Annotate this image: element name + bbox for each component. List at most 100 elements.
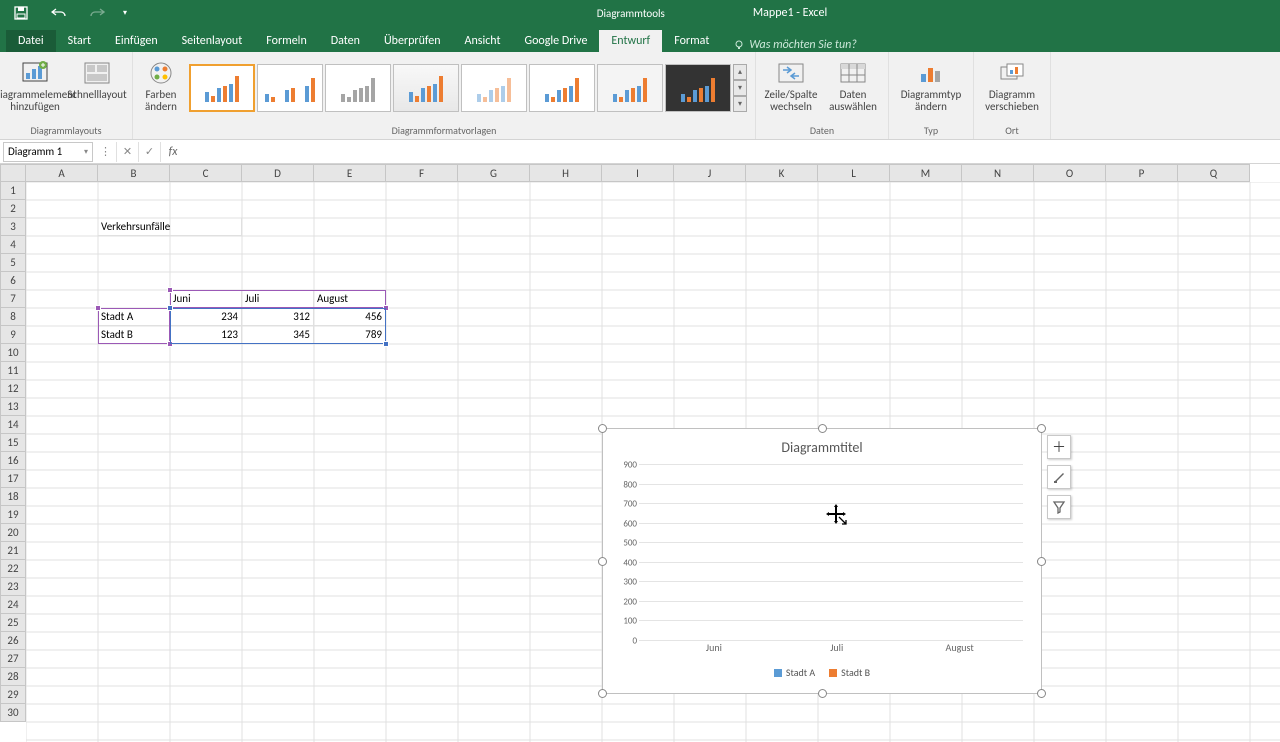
save-button[interactable] xyxy=(6,2,36,24)
row-header-2[interactable]: 2 xyxy=(0,200,26,218)
col-header-P[interactable]: P xyxy=(1106,164,1178,182)
row-header-29[interactable]: 29 xyxy=(0,686,26,704)
chart-style-4[interactable] xyxy=(393,64,459,112)
col-header-H[interactable]: H xyxy=(530,164,602,182)
tab-start[interactable]: Start xyxy=(56,30,103,52)
row-header-5[interactable]: 5 xyxy=(0,254,26,272)
row-header-20[interactable]: 20 xyxy=(0,524,26,542)
chart-handle-s[interactable] xyxy=(818,689,827,698)
chart-style-8[interactable] xyxy=(665,64,731,112)
tab-daten[interactable]: Daten xyxy=(319,30,372,52)
chart-legend[interactable]: Stadt A Stadt B xyxy=(609,666,1035,679)
col-header-D[interactable]: D xyxy=(242,164,314,182)
quick-layout-button[interactable]: Schnelllayout xyxy=(68,55,126,121)
col-header-N[interactable]: N xyxy=(962,164,1034,182)
col-header-A[interactable]: A xyxy=(26,164,98,182)
tab-einfuegen[interactable]: Einfügen xyxy=(103,30,170,52)
row-header-12[interactable]: 12 xyxy=(0,380,26,398)
chart-style-1[interactable] xyxy=(189,64,255,112)
cell-C9[interactable]: 123 xyxy=(170,326,242,344)
gallery-scroll[interactable]: ▴ ▾ ▾ xyxy=(733,64,747,112)
row-header-10[interactable]: 10 xyxy=(0,344,26,362)
embedded-chart[interactable]: ＋ Diagrammtitel 010020030040050060070080… xyxy=(602,428,1042,694)
cell-E8[interactable]: 456 xyxy=(314,308,386,326)
row-header-14[interactable]: 14 xyxy=(0,416,26,434)
row-header-22[interactable]: 22 xyxy=(0,560,26,578)
chart-handle-ne[interactable] xyxy=(1037,424,1046,433)
row-header-23[interactable]: 23 xyxy=(0,578,26,596)
row-header-6[interactable]: 6 xyxy=(0,272,26,290)
change-colors-button[interactable]: Farben ändern xyxy=(139,55,183,121)
row-header-16[interactable]: 16 xyxy=(0,452,26,470)
cancel-formula-button[interactable]: ✕ xyxy=(117,142,139,162)
chart-handle-sw[interactable] xyxy=(598,689,607,698)
gallery-more-icon[interactable]: ▾ xyxy=(733,96,747,112)
row-header-17[interactable]: 17 xyxy=(0,470,26,488)
legend-item-b[interactable]: Stadt B xyxy=(829,666,870,679)
cell-D8[interactable]: 312 xyxy=(242,308,314,326)
tell-me-search[interactable]: Was möchten Sie tun? xyxy=(721,38,869,52)
chart-style-5[interactable] xyxy=(461,64,527,112)
chart-handle-se[interactable] xyxy=(1037,689,1046,698)
row-header-4[interactable]: 4 xyxy=(0,236,26,254)
row-header-30[interactable]: 30 xyxy=(0,704,26,722)
chart-style-7[interactable] xyxy=(597,64,663,112)
row-header-25[interactable]: 25 xyxy=(0,614,26,632)
enter-formula-button[interactable]: ✓ xyxy=(139,142,161,162)
tab-formeln[interactable]: Formeln xyxy=(254,30,318,52)
fx-icon[interactable]: fx xyxy=(161,145,185,159)
cell-B3[interactable]: Verkehrsunfälle xyxy=(98,218,242,236)
col-header-L[interactable]: L xyxy=(818,164,890,182)
redo-button[interactable] xyxy=(82,2,112,24)
plot-area[interactable] xyxy=(639,465,1023,641)
legend-item-a[interactable]: Stadt A xyxy=(774,666,815,679)
chart-style-2[interactable] xyxy=(257,64,323,112)
row-header-9[interactable]: 9 xyxy=(0,326,26,344)
row-header-3[interactable]: 3 xyxy=(0,218,26,236)
formula-expand-icon[interactable]: ⋮ xyxy=(95,142,117,162)
cell-E9[interactable]: 789 xyxy=(314,326,386,344)
col-header-M[interactable]: M xyxy=(890,164,962,182)
col-header-G[interactable]: G xyxy=(458,164,530,182)
col-header-E[interactable]: E xyxy=(314,164,386,182)
row-header-7[interactable]: 7 xyxy=(0,290,26,308)
row-header-21[interactable]: 21 xyxy=(0,542,26,560)
col-header-F[interactable]: F xyxy=(386,164,458,182)
chart-elements-button[interactable]: ＋ xyxy=(1047,435,1071,459)
cell-D7[interactable]: Juli xyxy=(242,290,314,308)
col-header-B[interactable]: B xyxy=(98,164,170,182)
col-header-O[interactable]: O xyxy=(1034,164,1106,182)
tab-seitenlayout[interactable]: Seitenlayout xyxy=(170,30,255,52)
cell-B9[interactable]: Stadt B xyxy=(98,326,170,344)
gallery-down-icon[interactable]: ▾ xyxy=(733,80,747,96)
row-header-1[interactable]: 1 xyxy=(0,182,26,200)
row-header-24[interactable]: 24 xyxy=(0,596,26,614)
name-box[interactable]: Diagramm 1 xyxy=(3,142,93,162)
qat-customize[interactable]: ▾ xyxy=(120,2,130,24)
chart-area[interactable]: Diagrammtitel 01002003004005006007008009… xyxy=(609,435,1035,687)
chart-styles-button[interactable] xyxy=(1047,465,1071,489)
tab-googledrive[interactable]: Google Drive xyxy=(513,30,600,52)
change-chart-type-button[interactable]: Diagrammtyp ändern xyxy=(895,55,967,121)
chart-style-3[interactable] xyxy=(325,64,391,112)
col-header-K[interactable]: K xyxy=(746,164,818,182)
row-header-15[interactable]: 15 xyxy=(0,434,26,452)
cell-C7[interactable]: Juni xyxy=(170,290,242,308)
chart-handle-nw[interactable] xyxy=(598,424,607,433)
add-chart-element-button[interactable]: Diagrammelement hinzufügen xyxy=(6,55,64,121)
tab-ueberpruefen[interactable]: Überprüfen xyxy=(372,30,453,52)
cell-E7[interactable]: August xyxy=(314,290,386,308)
tab-ansicht[interactable]: Ansicht xyxy=(453,30,513,52)
undo-button[interactable] xyxy=(44,2,74,24)
row-header-19[interactable]: 19 xyxy=(0,506,26,524)
col-header-I[interactable]: I xyxy=(602,164,674,182)
row-header-28[interactable]: 28 xyxy=(0,668,26,686)
chart-handle-e[interactable] xyxy=(1037,557,1046,566)
chart-filter-button[interactable] xyxy=(1047,495,1071,519)
row-header-26[interactable]: 26 xyxy=(0,632,26,650)
row-header-27[interactable]: 27 xyxy=(0,650,26,668)
col-header-J[interactable]: J xyxy=(674,164,746,182)
tab-format[interactable]: Format xyxy=(662,30,721,52)
switch-row-col-button[interactable]: Zeile/Spalte wechseln xyxy=(762,55,820,121)
chart-style-6[interactable] xyxy=(529,64,595,112)
